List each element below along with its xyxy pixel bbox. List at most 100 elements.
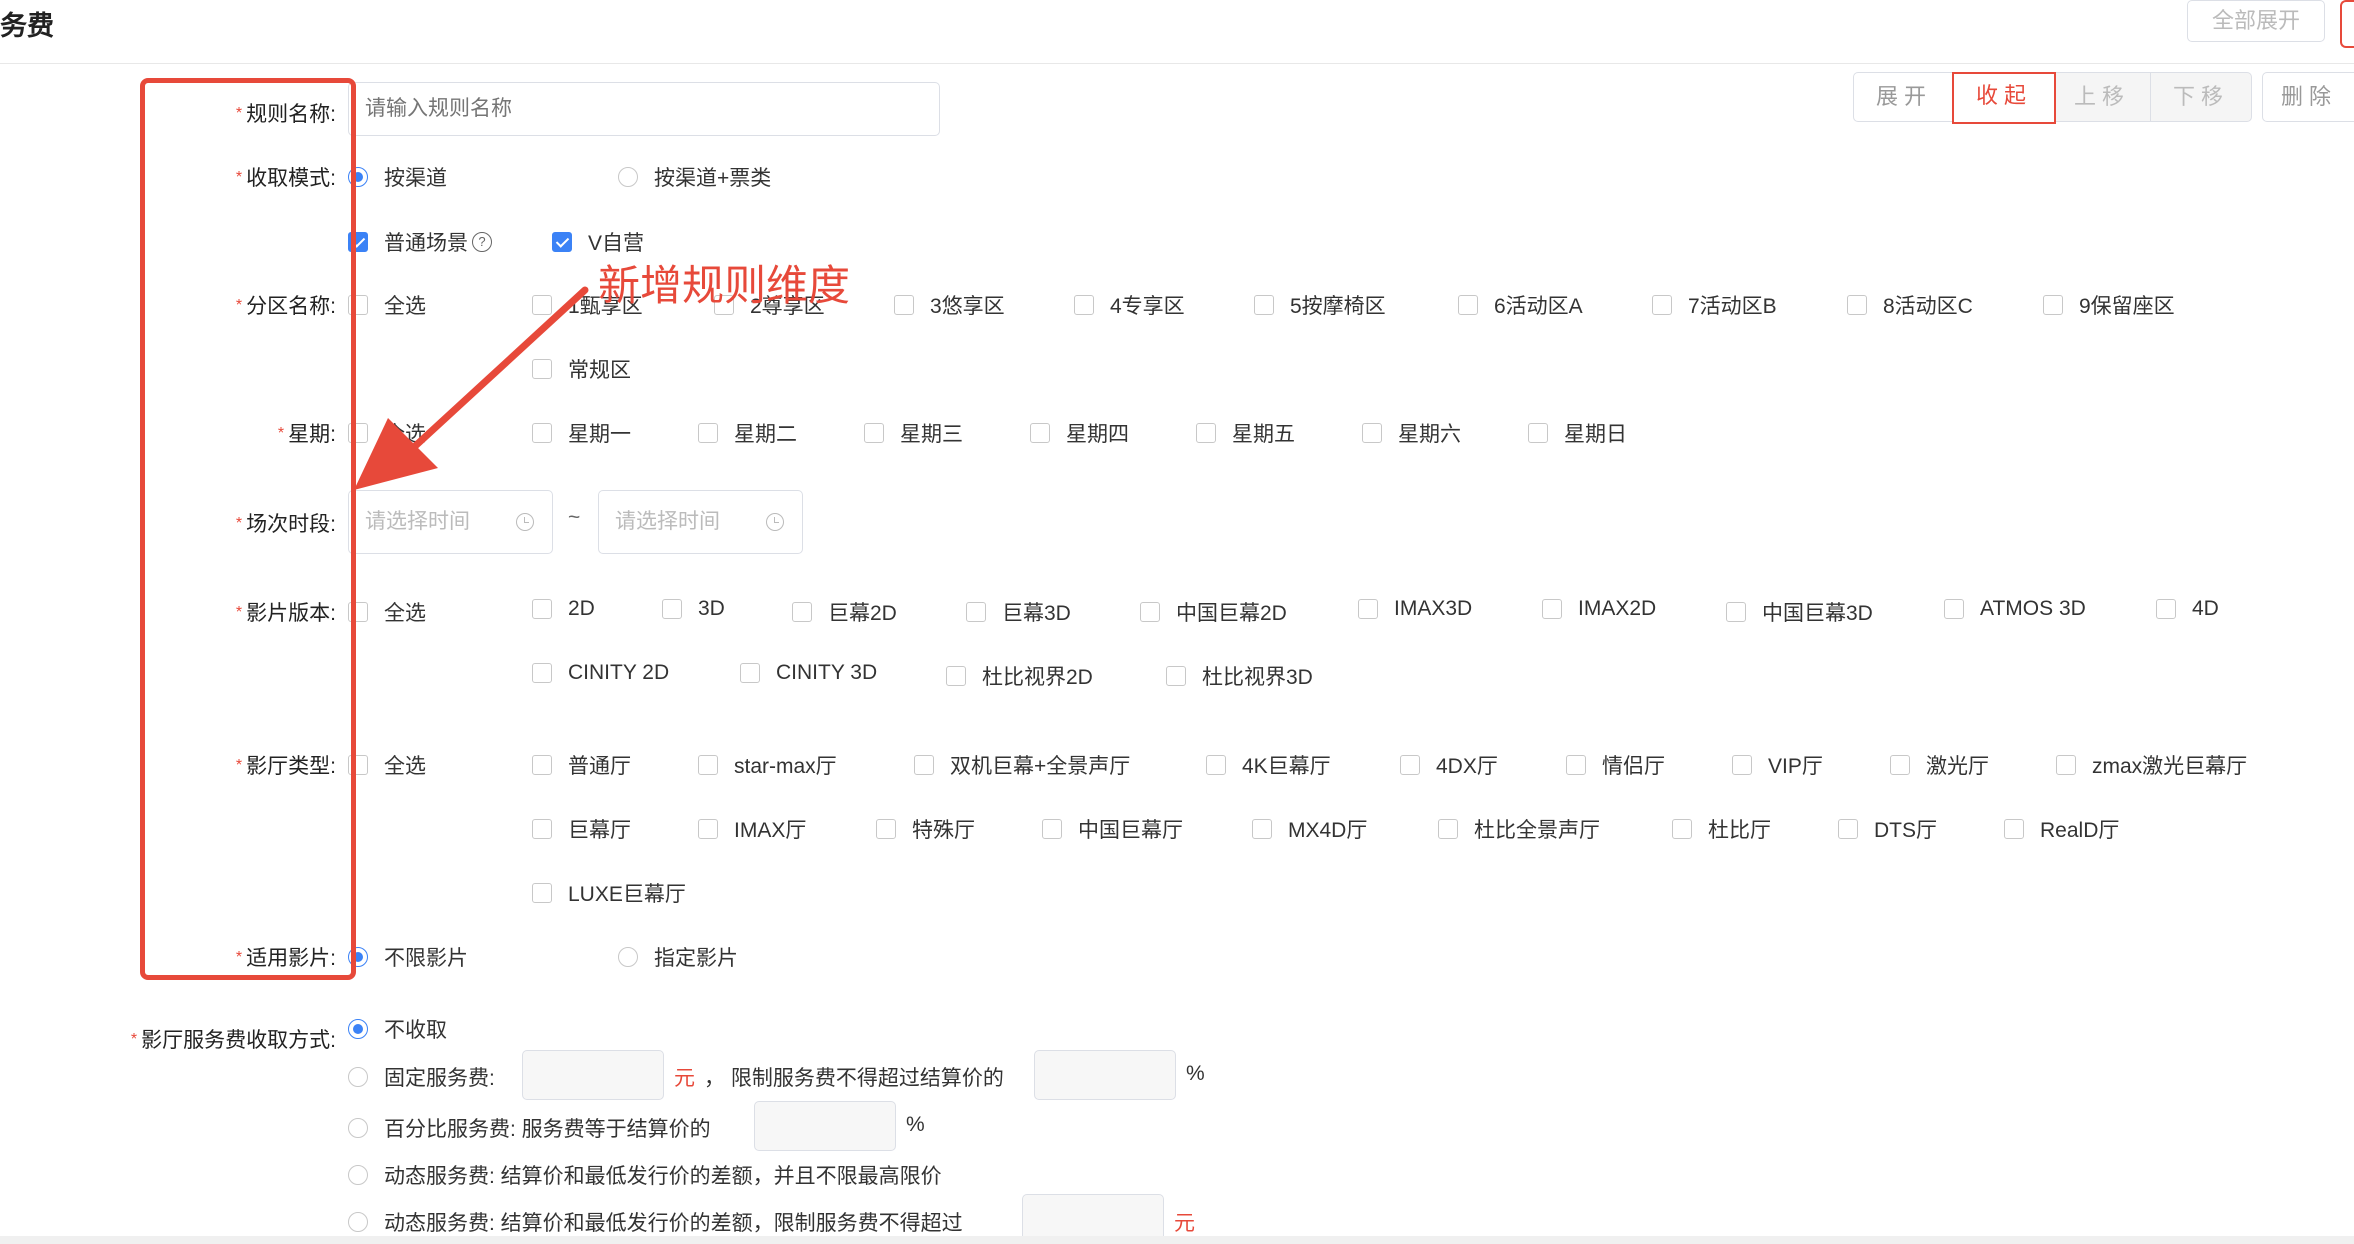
- checkbox-icon[interactable]: [864, 423, 884, 443]
- checkbox-icon[interactable]: [348, 602, 368, 622]
- hall-type-option[interactable]: 激光厅: [1890, 750, 1989, 780]
- mode-option-channel-ticket[interactable]: 按渠道+票类: [618, 162, 771, 192]
- hall-type-option[interactable]: LUXE巨幕厅: [532, 878, 686, 908]
- hall-type-option[interactable]: 情侣厅: [1566, 750, 1665, 780]
- hall-type-option[interactable]: RealD厅: [2004, 814, 2119, 844]
- checkbox-icon[interactable]: [876, 819, 896, 839]
- checkbox-icon[interactable]: [1140, 602, 1160, 622]
- zone-option[interactable]: 4专享区: [1074, 290, 1185, 320]
- film-version-option[interactable]: 中国巨幕2D: [1140, 597, 1287, 627]
- checkbox-icon[interactable]: [1847, 295, 1867, 315]
- fee-option-dynamic-limited[interactable]: 动态服务费: 结算价和最低发行价的差额，限制服务费不得超过: [348, 1207, 963, 1237]
- fee-option-none[interactable]: 不收取: [348, 1014, 447, 1044]
- checkbox-icon[interactable]: [698, 819, 718, 839]
- checkbox-icon[interactable]: [1196, 423, 1216, 443]
- film-version-option[interactable]: 中国巨幕3D: [1726, 597, 1873, 627]
- move-up-button[interactable]: 上移: [2051, 72, 2153, 122]
- checkbox-icon[interactable]: [1726, 602, 1746, 622]
- hall-type-option[interactable]: zmax激光巨幕厅: [2056, 750, 2247, 780]
- zone-option[interactable]: 3悠享区: [894, 290, 1005, 320]
- radio-icon[interactable]: [348, 1165, 368, 1185]
- expand-all-button[interactable]: 全部展开: [2187, 0, 2325, 42]
- week-option[interactable]: 星期四: [1030, 418, 1129, 448]
- checkbox-icon[interactable]: [2004, 819, 2024, 839]
- film-version-option[interactable]: 杜比视界3D: [1166, 661, 1313, 691]
- end-time-picker[interactable]: 请选择时间: [598, 490, 803, 554]
- checkbox-icon[interactable]: [1458, 295, 1478, 315]
- film-version-option[interactable]: 巨幕3D: [966, 597, 1071, 627]
- expand-button[interactable]: 展开: [1853, 72, 1955, 122]
- checkbox-icon[interactable]: [792, 602, 812, 622]
- checkbox-icon[interactable]: [966, 602, 986, 622]
- fixed-fee-limit-input[interactable]: [1034, 1050, 1176, 1100]
- help-icon[interactable]: ?: [472, 232, 492, 252]
- radio-icon[interactable]: [348, 167, 368, 187]
- checkbox-icon[interactable]: [1030, 423, 1050, 443]
- applicable-option-unlimited[interactable]: 不限影片: [348, 942, 468, 972]
- checkbox-icon[interactable]: [698, 755, 718, 775]
- checkbox-icon[interactable]: [662, 599, 682, 619]
- zone-option[interactable]: 7活动区B: [1652, 290, 1777, 320]
- film-version-option[interactable]: IMAX3D: [1358, 597, 1472, 621]
- radio-icon[interactable]: [348, 1067, 368, 1087]
- hall-type-option[interactable]: star-max厅: [698, 750, 837, 780]
- checkbox-icon[interactable]: [946, 666, 966, 686]
- checkbox-icon[interactable]: [532, 883, 552, 903]
- hall-type-option[interactable]: 巨幕厅: [532, 814, 631, 844]
- checkbox-icon[interactable]: [1566, 755, 1586, 775]
- hall-type-option[interactable]: IMAX厅: [698, 814, 806, 844]
- rule-name-input[interactable]: [348, 82, 940, 136]
- checkbox-icon[interactable]: [2043, 295, 2063, 315]
- checkbox-icon[interactable]: [698, 423, 718, 443]
- scene-normal[interactable]: 普通场景?: [348, 227, 492, 257]
- delete-button[interactable]: 删除: [2262, 72, 2354, 122]
- percent-fee-input[interactable]: [754, 1101, 896, 1151]
- hall-type-option[interactable]: VIP厅: [1732, 750, 1823, 780]
- checkbox-icon[interactable]: [2056, 755, 2076, 775]
- film-version-option[interactable]: 巨幕2D: [792, 597, 897, 627]
- radio-icon[interactable]: [618, 947, 638, 967]
- week-option[interactable]: 星期日: [1528, 418, 1627, 448]
- checkbox-icon[interactable]: [348, 755, 368, 775]
- checkbox-icon[interactable]: [1652, 295, 1672, 315]
- film-version-option[interactable]: CINITY 3D: [740, 661, 877, 685]
- film-version-option[interactable]: 杜比视界2D: [946, 661, 1093, 691]
- checkbox-icon[interactable]: [2156, 599, 2176, 619]
- checkbox-icon[interactable]: [1400, 755, 1420, 775]
- checkbox-icon[interactable]: [1944, 599, 1964, 619]
- move-down-button[interactable]: 下移: [2150, 72, 2252, 122]
- film-version-option[interactable]: 3D: [662, 597, 725, 621]
- checkbox-icon[interactable]: [1890, 755, 1910, 775]
- week-option[interactable]: 星期二: [698, 418, 797, 448]
- checkbox-icon[interactable]: [1358, 599, 1378, 619]
- zone-option[interactable]: 5按摩椅区: [1254, 290, 1386, 320]
- checkbox-icon[interactable]: [1542, 599, 1562, 619]
- checkbox-icon[interactable]: [1254, 295, 1274, 315]
- checkbox-icon[interactable]: [1732, 755, 1752, 775]
- radio-icon[interactable]: [348, 1019, 368, 1039]
- checkbox-icon[interactable]: [1042, 819, 1062, 839]
- hall-type-option[interactable]: 特殊厅: [876, 814, 975, 844]
- fee-option-fixed[interactable]: 固定服务费:: [348, 1062, 495, 1092]
- checkbox-icon[interactable]: [532, 755, 552, 775]
- checkbox-icon[interactable]: [1672, 819, 1692, 839]
- fee-option-dynamic-unlimited[interactable]: 动态服务费: 结算价和最低发行价的差额，并且不限最高限价: [348, 1160, 942, 1190]
- film-version-option[interactable]: IMAX2D: [1542, 597, 1656, 621]
- hall-type-option[interactable]: 杜比厅: [1672, 814, 1771, 844]
- week-option[interactable]: 星期五: [1196, 418, 1295, 448]
- hall-type-option[interactable]: 双机巨幕+全景声厅: [914, 750, 1130, 780]
- checkbox-icon[interactable]: [1838, 819, 1858, 839]
- hall-type-option[interactable]: 中国巨幕厅: [1042, 814, 1183, 844]
- applicable-option-specified[interactable]: 指定影片: [618, 942, 738, 972]
- collapse-button[interactable]: 收起: [1952, 72, 2056, 124]
- checkbox-icon[interactable]: [552, 232, 572, 252]
- hall-type-option[interactable]: DTS厅: [1838, 814, 1937, 844]
- checkbox-icon[interactable]: [1206, 755, 1226, 775]
- film-version-option[interactable]: 全选: [348, 597, 426, 627]
- film-version-option[interactable]: ATMOS 3D: [1944, 597, 2086, 621]
- hall-type-option[interactable]: 4K巨幕厅: [1206, 750, 1331, 780]
- hall-type-option[interactable]: MX4D厅: [1252, 814, 1367, 844]
- radio-icon[interactable]: [348, 1118, 368, 1138]
- checkbox-icon[interactable]: [1528, 423, 1548, 443]
- checkbox-icon[interactable]: [532, 819, 552, 839]
